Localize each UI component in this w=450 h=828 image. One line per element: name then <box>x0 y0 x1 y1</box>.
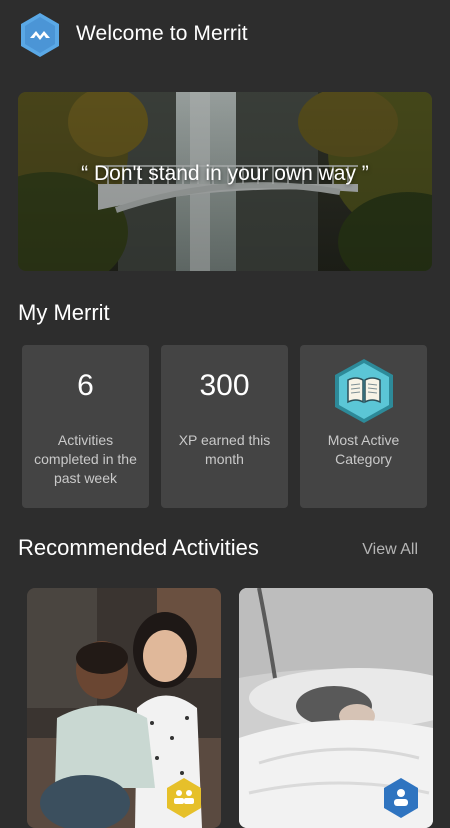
stat-label: Activities completed in the past week <box>34 432 137 486</box>
stat-value: 300 <box>199 369 250 402</box>
sleeping-person-photo <box>239 588 433 828</box>
quote-text: “ Don't stand in your own way ” <box>81 162 369 185</box>
app-title: Welcome to Merrit <box>76 22 248 45</box>
stat-label: XP earned this month <box>178 432 271 467</box>
merrit-logo-icon[interactable] <box>20 12 60 58</box>
app-header: Welcome to Merrit <box>0 0 450 70</box>
quote-banner[interactable]: “ Don't stand in your own way ” <box>18 92 432 271</box>
stat-label: Most Active Category <box>327 432 400 467</box>
children-photo <box>27 588 221 828</box>
view-all-link[interactable]: View All <box>362 541 418 559</box>
stat-card-category[interactable]: Most Active Category <box>300 345 427 508</box>
activity-card[interactable] <box>27 588 221 828</box>
book-badge-icon <box>335 359 393 423</box>
stat-card-activities[interactable]: 6 Activities completed in the past week <box>22 345 149 508</box>
recommended-heading: Recommended Activities <box>18 535 259 560</box>
stat-card-xp[interactable]: 300 XP earned this month <box>161 345 288 508</box>
my-merrit-heading: My Merrit <box>18 300 110 325</box>
activity-card[interactable] <box>239 588 433 828</box>
stat-value: 6 <box>77 369 94 402</box>
